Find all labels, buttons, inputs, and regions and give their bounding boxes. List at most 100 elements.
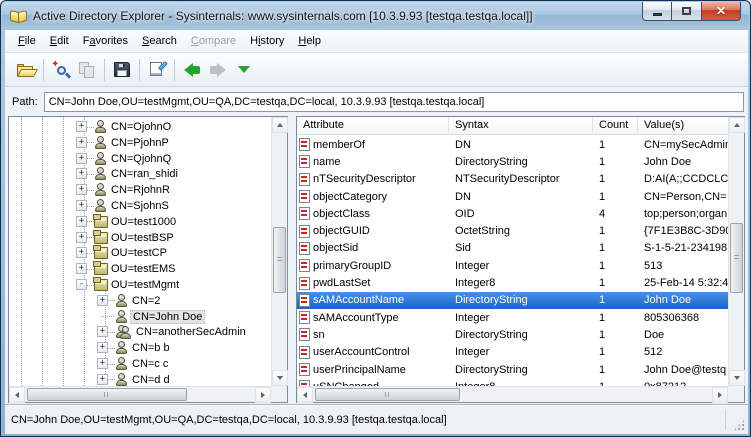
tree-item[interactable]: +OU=testBSP <box>9 230 271 246</box>
attribute-icon <box>299 259 310 272</box>
expand-plus-icon[interactable]: + <box>76 247 87 258</box>
tree-item[interactable]: +CN=2 <box>9 293 271 309</box>
scroll-down-icon[interactable] <box>272 370 288 386</box>
menu-history[interactable]: History <box>243 32 291 50</box>
table-row[interactable]: pwdLastSetInteger8125-Feb-14 5:32:4 <box>297 274 728 291</box>
expand-plus-icon[interactable]: + <box>76 184 87 195</box>
scroll-left-icon[interactable] <box>297 387 313 403</box>
expand-plus-icon[interactable]: + <box>76 121 87 132</box>
app-icon <box>10 9 28 23</box>
expand-plus-icon[interactable]: + <box>97 342 108 353</box>
expand-plus-icon[interactable]: + <box>76 232 87 243</box>
tree-vertical-scrollbar[interactable] <box>271 117 287 386</box>
expand-plus-icon[interactable]: + <box>76 200 87 211</box>
tree-item[interactable]: +CN=RjohnR <box>9 182 271 198</box>
resize-grip-icon[interactable] <box>733 419 745 431</box>
scroll-up-icon[interactable] <box>272 117 288 133</box>
back-arrow-icon <box>184 63 200 77</box>
menu-help[interactable]: Help <box>291 32 328 50</box>
collapse-minus-icon[interactable]: - <box>76 279 87 290</box>
tree-item[interactable]: +CN=d d <box>9 372 271 386</box>
window-title: Active Directory Explorer - Sysinternals… <box>33 9 533 23</box>
tree-item[interactable]: +CN=b b <box>9 340 271 356</box>
close-button[interactable]: ✕ <box>701 2 741 21</box>
expand-plus-icon[interactable]: + <box>97 295 108 306</box>
properties-button[interactable] <box>144 57 170 83</box>
expand-plus-icon[interactable]: + <box>97 358 108 369</box>
history-dropdown-button[interactable] <box>231 57 257 83</box>
menu-favorites[interactable]: Favorites <box>76 32 135 50</box>
tree-item[interactable]: +OU=testCP <box>9 245 271 261</box>
column-header-syntax[interactable]: Syntax <box>449 117 593 134</box>
list-vertical-scrollbar[interactable] <box>728 117 744 386</box>
expand-plus-icon[interactable]: + <box>76 137 87 148</box>
column-header-count[interactable]: Count <box>593 117 638 134</box>
table-row[interactable]: primaryGroupIDInteger1513 <box>297 257 728 274</box>
minimize-button[interactable] <box>642 2 672 21</box>
scroll-down-icon[interactable] <box>729 370 745 386</box>
tree-item[interactable]: -OU=testMgmt <box>9 277 271 293</box>
table-row[interactable]: userPrincipalNameDirectoryString1John Do… <box>297 361 728 378</box>
tree-item[interactable]: +OU=testEMS <box>9 261 271 277</box>
open-button[interactable] <box>13 57 39 83</box>
window-content: File Edit Favorites Search Compare Histo… <box>5 30 748 434</box>
expand-plus-icon[interactable]: + <box>97 326 108 337</box>
list-vscroll-thumb[interactable] <box>730 223 743 293</box>
list-hscroll-thumb[interactable] <box>315 388 460 401</box>
back-button[interactable] <box>179 57 205 83</box>
tree-item[interactable]: +CN=QjohnQ <box>9 151 271 167</box>
ou-icon <box>94 232 108 244</box>
menu-edit[interactable]: Edit <box>43 32 76 50</box>
scroll-left-icon[interactable] <box>9 387 25 403</box>
table-row[interactable]: objectGUIDOctetString1{7F1E3B8C-3D90 <box>297 222 728 239</box>
maximize-button[interactable] <box>672 2 701 21</box>
status-text: CN=John Doe,OU=testMgmt,OU=QA,DC=testqa,… <box>5 414 447 426</box>
expand-plus-icon[interactable]: + <box>76 263 87 274</box>
column-header-attribute[interactable]: Attribute <box>297 117 449 134</box>
scroll-up-icon[interactable] <box>729 117 745 133</box>
table-row[interactable]: userAccountControlInteger1512 <box>297 344 728 361</box>
table-row[interactable]: nTSecurityDescriptorNTSecurityDescriptor… <box>297 171 728 188</box>
attribute-icon <box>299 346 310 359</box>
tree-hscroll-thumb[interactable] <box>27 388 187 401</box>
expand-plus-icon[interactable]: + <box>76 216 87 227</box>
properties-icon <box>149 61 165 78</box>
expand-plus-icon[interactable]: + <box>97 374 108 385</box>
tree-item[interactable]: +CN=anotherSecAdmin <box>9 324 271 340</box>
menu-search[interactable]: Search <box>135 32 184 50</box>
tree-item[interactable]: +OU=test1000 <box>9 214 271 230</box>
table-row[interactable]: uSNChangedInteger810x87212 <box>297 378 728 386</box>
expand-plus-icon[interactable]: + <box>76 153 87 164</box>
tree-horizontal-scrollbar[interactable] <box>9 386 271 402</box>
expand-plus-icon[interactable]: + <box>76 168 87 179</box>
list-horizontal-scrollbar[interactable] <box>297 386 728 402</box>
tree-vscroll-thumb[interactable] <box>273 227 286 293</box>
table-row[interactable]: snDirectoryString1Doe <box>297 326 728 343</box>
table-row-selected[interactable]: sAMAccountNameDirectoryString1John Doe <box>297 292 728 309</box>
save-button[interactable] <box>109 57 135 83</box>
attribute-icon <box>299 207 310 220</box>
tree-item[interactable]: +CN=PjohnP <box>9 135 271 151</box>
main-area: +CN=OjohnO +CN=PjohnP +CN=QjohnQ +CN=ran… <box>5 116 748 404</box>
toolbar-separator <box>43 59 44 81</box>
scroll-right-icon[interactable] <box>255 387 271 403</box>
menu-file[interactable]: File <box>11 32 43 50</box>
table-row[interactable]: objectClassOID4top;person;organ <box>297 205 728 222</box>
table-row[interactable]: sAMAccountTypeInteger1805306368 <box>297 309 728 326</box>
tree-item-selected[interactable]: CN=John Doe <box>9 309 271 325</box>
scroll-right-icon[interactable] <box>712 387 728 403</box>
tree-item[interactable]: +CN=SjohnS <box>9 198 271 214</box>
tree-item[interactable]: +CN=ran_shidi <box>9 166 271 182</box>
scrollbar-corner <box>271 386 287 402</box>
table-row[interactable]: objectCategoryDN1CN=Person,CN= <box>297 188 728 205</box>
table-row[interactable]: nameDirectoryString1John Doe <box>297 153 728 170</box>
table-row[interactable]: memberOfDN1CN=mySecAdmin <box>297 136 728 153</box>
search-button[interactable]: ✦ <box>48 57 74 83</box>
path-input[interactable]: CN=John Doe,OU=testMgmt,OU=QA,DC=testqa,… <box>44 92 744 112</box>
tree-item[interactable]: +CN=c c <box>9 356 271 372</box>
titlebar[interactable]: Active Directory Explorer - Sysinternals… <box>2 2 749 30</box>
tree-item[interactable]: +CN=OjohnO <box>9 119 271 135</box>
table-row[interactable]: objectSidSid1S-1-5-21-234198 <box>297 240 728 257</box>
person-icon <box>115 310 128 324</box>
column-header-values[interactable]: Value(s) <box>638 117 728 134</box>
